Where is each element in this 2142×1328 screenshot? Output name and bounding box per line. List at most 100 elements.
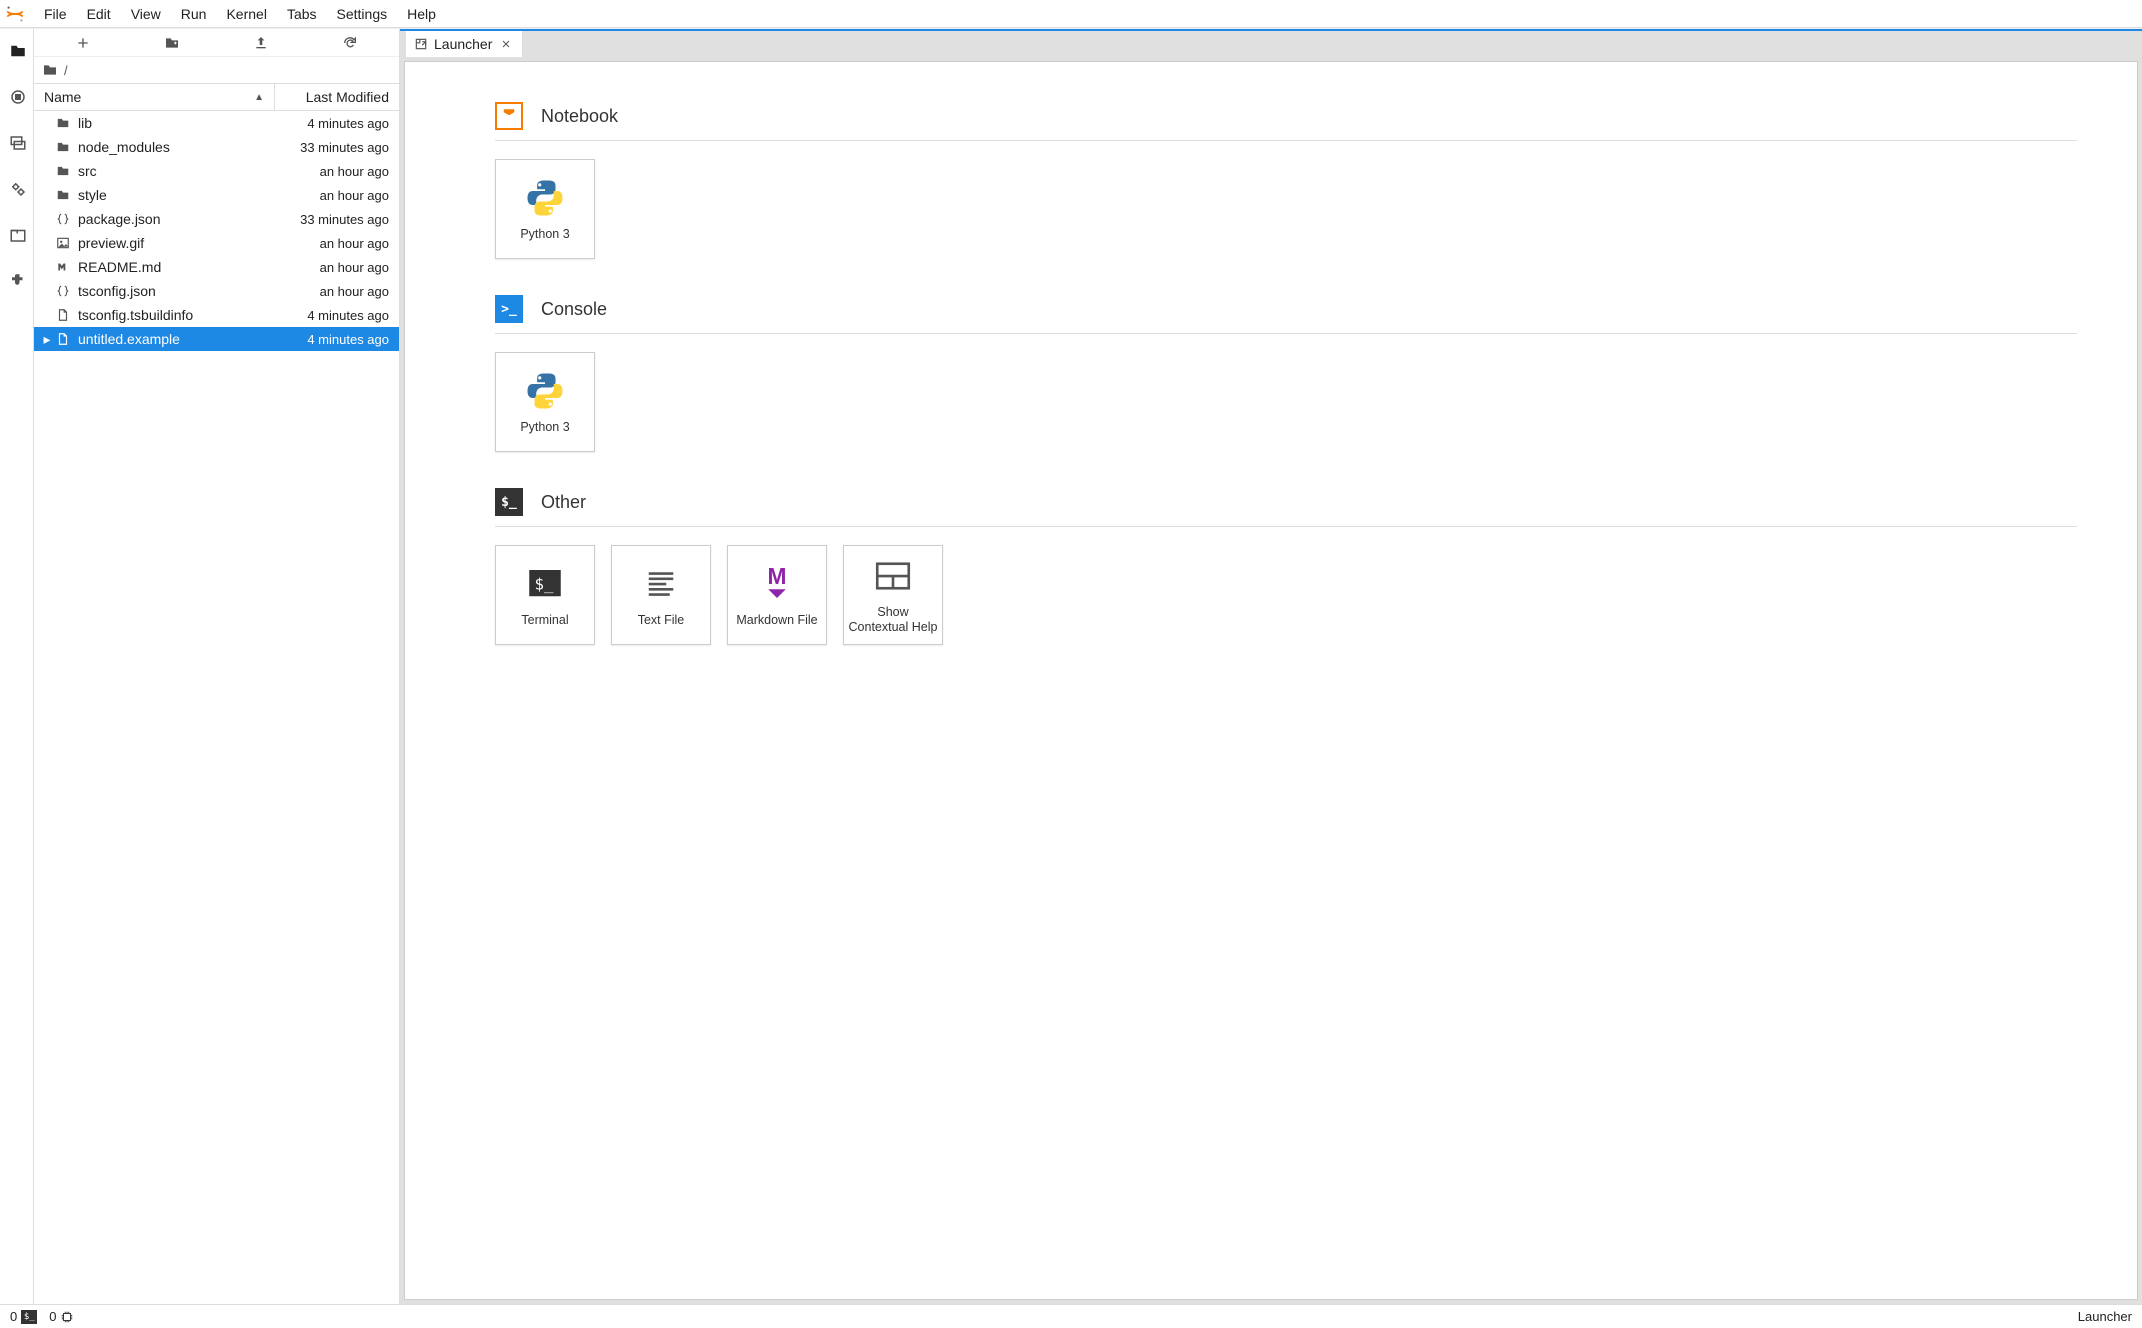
file-row[interactable]: srcan hour ago	[34, 159, 399, 183]
sort-ascending-icon: ▲	[254, 92, 264, 103]
file-modified: 4 minutes ago	[269, 308, 389, 323]
folder-icon	[54, 164, 72, 178]
file-modified: an hour ago	[269, 164, 389, 179]
json-icon	[54, 284, 72, 298]
terminal-icon: $_	[21, 1310, 37, 1324]
status-terminals[interactable]: 0 $_	[10, 1309, 37, 1324]
tab-title: Launcher	[434, 36, 492, 52]
launcher-card-label: Markdown File	[736, 613, 817, 628]
launcher-card-label: Python 3	[520, 420, 569, 435]
file-row[interactable]: tsconfig.tsbuildinfo4 minutes ago	[34, 303, 399, 327]
folder-icon	[54, 116, 72, 130]
file-name: README.md	[78, 259, 269, 275]
file-row[interactable]: tsconfig.jsonan hour ago	[34, 279, 399, 303]
file-modified: an hour ago	[269, 188, 389, 203]
tab-bar: Launcher	[400, 29, 2142, 57]
launcher-section: >_Console Python 3	[495, 295, 2077, 452]
file-browser-panel: / Name ▲ Last Modified lib4 minutes agon…	[34, 29, 400, 1304]
launcher-card[interactable]: MMarkdown File	[727, 545, 827, 645]
jupyter-logo-icon[interactable]	[4, 3, 26, 25]
launcher-card-label: Show Contextual Help	[848, 605, 938, 635]
menu-kernel[interactable]: Kernel	[216, 2, 276, 26]
file-row[interactable]: ▸ untitled.example4 minutes ago	[34, 327, 399, 351]
file-row[interactable]: lib4 minutes ago	[34, 111, 399, 135]
json-icon	[54, 212, 72, 226]
activity-files-icon[interactable]	[3, 37, 31, 65]
file-modified: 33 minutes ago	[269, 212, 389, 227]
new-launcher-button[interactable]	[38, 31, 127, 54]
launcher-cards: Python 3	[495, 159, 2077, 259]
col-modified-header[interactable]: Last Modified	[275, 89, 399, 105]
upload-button[interactable]	[217, 31, 306, 54]
file-icon	[54, 332, 72, 346]
file-name: src	[78, 163, 269, 179]
launcher-card-label: Text File	[638, 613, 685, 628]
file-icon	[54, 308, 72, 322]
file-modified: an hour ago	[269, 284, 389, 299]
menu-run[interactable]: Run	[171, 2, 217, 26]
launcher-section-header: $_Other	[495, 488, 2077, 527]
file-row[interactable]: README.mdan hour ago	[34, 255, 399, 279]
folder-icon	[54, 188, 72, 202]
menu-file[interactable]: File	[34, 2, 77, 26]
launcher-cards: Python 3	[495, 352, 2077, 452]
markdown-icon	[54, 260, 72, 274]
status-bar: 0 $_ 0 Launcher	[0, 1304, 2142, 1328]
image-icon	[54, 236, 72, 250]
file-name: style	[78, 187, 269, 203]
file-name: lib	[78, 115, 269, 131]
launcher-cards: $_Terminal Text File MMarkdown File Show Co…	[495, 545, 2077, 645]
file-name: preview.gif	[78, 235, 269, 251]
kernel-icon	[60, 1310, 74, 1324]
launcher-section-title: Notebook	[541, 106, 618, 127]
launcher-body: Notebook Python 3 >_Console Python 3 $_Other…	[404, 61, 2138, 1300]
status-kernels[interactable]: 0	[49, 1309, 74, 1324]
launcher-section: Notebook Python 3	[495, 102, 2077, 259]
menu-help[interactable]: Help	[397, 2, 446, 26]
file-name: package.json	[78, 211, 269, 227]
refresh-button[interactable]	[306, 31, 395, 54]
launcher-icon	[414, 37, 428, 51]
file-row[interactable]: node_modules33 minutes ago	[34, 135, 399, 159]
tab-close-button[interactable]	[498, 36, 514, 52]
new-folder-button[interactable]	[127, 31, 216, 54]
breadcrumb[interactable]: /	[34, 57, 399, 83]
activity-commands-icon[interactable]	[3, 129, 31, 157]
menu-settings[interactable]: Settings	[327, 2, 398, 26]
file-modified: an hour ago	[269, 236, 389, 251]
launcher-card[interactable]: $_Terminal	[495, 545, 595, 645]
file-name: tsconfig.json	[78, 283, 269, 299]
launcher-card[interactable]: Text File	[611, 545, 711, 645]
launcher-card[interactable]: Python 3	[495, 352, 595, 452]
launcher-section-title: Other	[541, 492, 586, 513]
file-browser-toolbar	[34, 29, 399, 57]
expand-icon: ▸	[40, 331, 54, 348]
launcher-section-header: Notebook	[495, 102, 2077, 141]
file-row[interactable]: package.json33 minutes ago	[34, 207, 399, 231]
activity-settings-icon[interactable]	[3, 175, 31, 203]
launcher-section-header: >_Console	[495, 295, 2077, 334]
tab-launcher[interactable]: Launcher	[406, 31, 523, 57]
activity-tabs-icon[interactable]	[3, 221, 31, 249]
file-list-header: Name ▲ Last Modified	[34, 83, 399, 111]
activity-running-icon[interactable]	[3, 83, 31, 111]
status-mode[interactable]: Launcher	[2078, 1309, 2132, 1324]
menu-view[interactable]: View	[121, 2, 171, 26]
launcher-card[interactable]: Show Contextual Help	[843, 545, 943, 645]
menu-tabs[interactable]: Tabs	[277, 2, 327, 26]
launcher-section: $_Other $_Terminal Text File MMarkdown File…	[495, 488, 2077, 645]
menubar: FileEditViewRunKernelTabsSettingsHelp	[0, 0, 2142, 28]
col-name-header[interactable]: Name ▲	[34, 84, 275, 110]
file-name: tsconfig.tsbuildinfo	[78, 307, 269, 323]
file-row[interactable]: preview.gifan hour ago	[34, 231, 399, 255]
file-modified: 33 minutes ago	[269, 140, 389, 155]
file-row[interactable]: stylean hour ago	[34, 183, 399, 207]
file-name: untitled.example	[78, 331, 269, 347]
activity-bar	[0, 29, 34, 1304]
file-modified: 4 minutes ago	[269, 332, 389, 347]
activity-extensions-icon[interactable]	[3, 267, 31, 295]
menu-edit[interactable]: Edit	[77, 2, 121, 26]
launcher-card[interactable]: Python 3	[495, 159, 595, 259]
folder-icon	[42, 62, 58, 78]
breadcrumb-path: /	[64, 63, 68, 78]
